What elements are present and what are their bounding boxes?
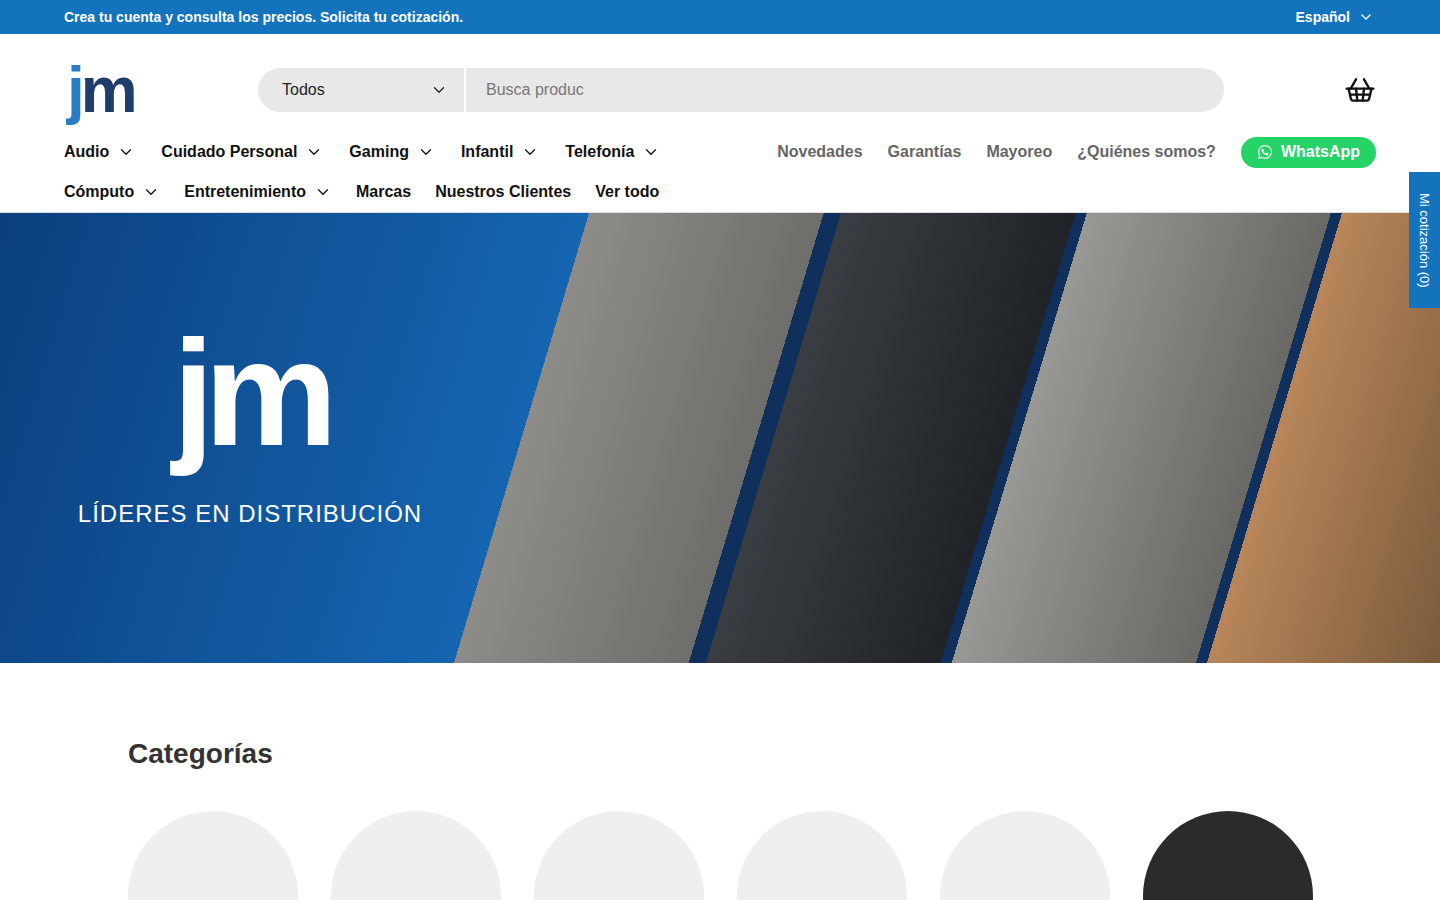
hero-logo: jm	[172, 318, 327, 468]
nav-item[interactable]: Nuestros Clientes	[435, 180, 571, 204]
chevron-down-icon	[417, 143, 435, 161]
page: Crea tu cuenta y consulta los precios. S…	[0, 0, 1440, 900]
hero-brand: jm LÍDERES EN DISTRIBUCIÓN	[0, 213, 500, 532]
nav-item[interactable]: Cómputo	[64, 180, 160, 204]
whatsapp-icon	[1257, 144, 1273, 160]
chevron-down-icon	[521, 143, 539, 161]
hero-logo-letter: j	[172, 318, 204, 468]
category-circle[interactable]	[534, 811, 704, 900]
nav-item[interactable]: Audio	[64, 140, 135, 164]
basket-icon	[1344, 74, 1376, 106]
language-selector[interactable]: Español	[1296, 7, 1374, 28]
chevron-down-icon	[1358, 9, 1374, 25]
category-circle[interactable]	[737, 811, 907, 900]
nav-row: Audio Cuidado Personal Gaming Infantil Telef…	[64, 140, 1376, 164]
nav-row: Cómputo Entretenimiento Marcas Nuestros Cli…	[64, 180, 1376, 204]
category-circle[interactable]	[128, 811, 298, 900]
chevron-down-icon	[314, 183, 332, 201]
search-input[interactable]	[466, 68, 1224, 112]
announcement-bar: Crea tu cuenta y consulta los precios. S…	[0, 0, 1440, 34]
nav-item[interactable]: Cuidado Personal	[161, 140, 323, 164]
hero-logo-letter: m	[204, 318, 327, 468]
category-circle[interactable]	[1143, 811, 1313, 900]
categories-section: Categorías	[0, 663, 1440, 900]
logo-letter: m	[81, 58, 134, 122]
nav-link[interactable]: ¿Quiénes somos?	[1077, 140, 1216, 164]
quote-tab[interactable]: Mi cotización (0)	[1409, 172, 1440, 308]
categories-title: Categorías	[128, 733, 1312, 775]
header: jmTodos	[0, 34, 1440, 130]
whatsapp-button[interactable]: WhatsApp	[1241, 137, 1376, 168]
nav-item[interactable]: Infantil	[461, 140, 539, 164]
nav-link[interactable]: Mayoreo	[986, 140, 1052, 164]
nav-item[interactable]: Entretenimiento	[184, 180, 332, 204]
chevron-down-icon	[142, 183, 160, 201]
category-circle[interactable]	[331, 811, 501, 900]
announcement-text: Crea tu cuenta y consulta los precios. S…	[64, 7, 463, 28]
chevron-down-icon	[642, 143, 660, 161]
nav-link[interactable]: Garantías	[888, 140, 962, 164]
search-category-select[interactable]: Todos	[258, 68, 466, 112]
categories-list	[128, 811, 1312, 900]
nav-item[interactable]: Marcas	[356, 180, 411, 204]
logo-letter: j	[67, 58, 81, 122]
logo[interactable]: jm	[64, 58, 258, 122]
search-bar: Todos	[258, 68, 1224, 112]
hero-banner: jm LÍDERES EN DISTRIBUCIÓN	[0, 213, 1440, 663]
main-nav: Audio Cuidado Personal Gaming Infantil Telef…	[0, 130, 1440, 213]
nav-item[interactable]: Ver todo	[595, 180, 659, 204]
nav-item[interactable]: Telefonía	[565, 140, 660, 164]
cart-button[interactable]	[1344, 74, 1376, 106]
category-circle[interactable]	[940, 811, 1110, 900]
chevron-down-icon	[117, 143, 135, 161]
nav-link[interactable]: Novedades	[777, 140, 862, 164]
hero-tagline: LÍDERES EN DISTRIBUCIÓN	[78, 496, 422, 532]
chevron-down-icon	[305, 143, 323, 161]
nav-item[interactable]: Gaming	[349, 140, 435, 164]
chevron-down-icon	[430, 81, 448, 99]
